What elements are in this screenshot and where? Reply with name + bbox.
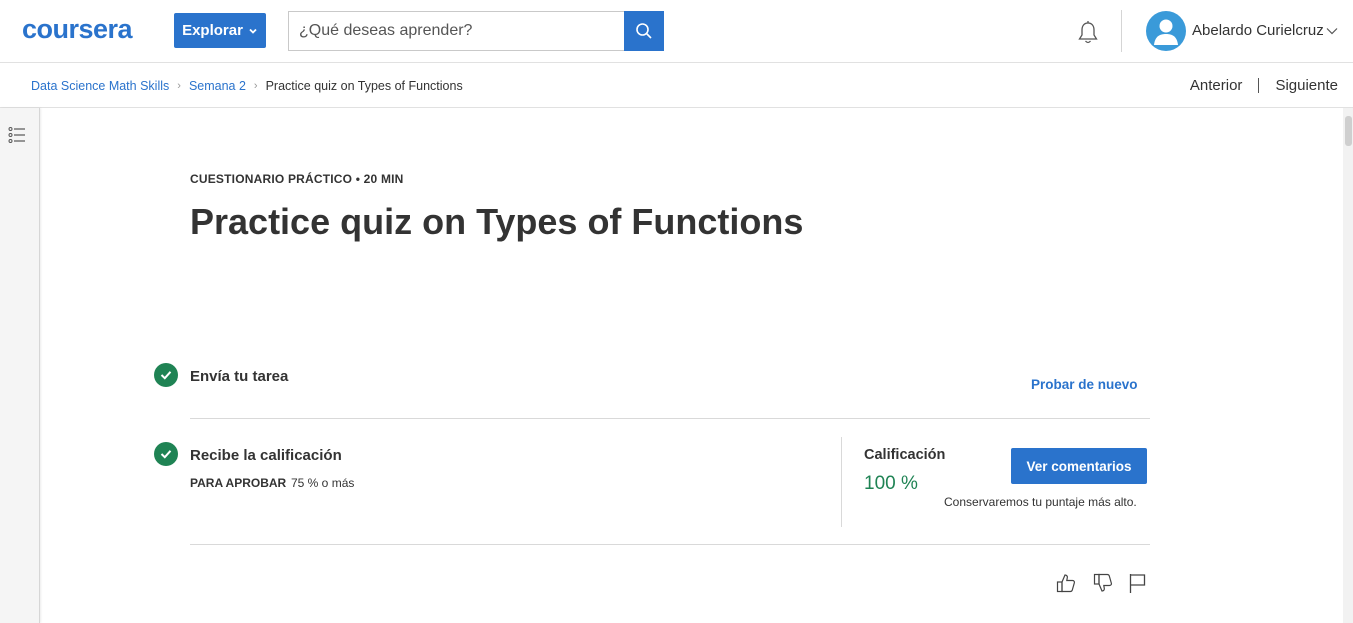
user-avatar-icon[interactable] [1146, 11, 1186, 51]
coursera-logo[interactable]: coursera [22, 14, 152, 46]
chevron-right-icon: › [253, 80, 258, 92]
header-divider [1121, 10, 1122, 52]
thumbs-up-icon[interactable] [1055, 572, 1077, 594]
keep-highest-note: Conservaremos tu puntaje más alto. [944, 495, 1137, 509]
previous-link[interactable]: Anterior [1190, 77, 1243, 94]
bell-icon[interactable] [1075, 20, 1101, 46]
left-rail [0, 108, 40, 623]
check-icon [154, 363, 178, 387]
grade-divider [841, 437, 842, 527]
search-input[interactable] [288, 11, 624, 51]
next-link[interactable]: Siguiente [1275, 77, 1338, 94]
outline-list-icon[interactable] [8, 126, 26, 144]
step-grade-title: Recibe la calificación [190, 447, 342, 464]
grade-label: Calificación [864, 447, 946, 463]
chevron-down-icon [249, 28, 257, 34]
check-icon [154, 442, 178, 466]
svg-text:coursera: coursera [22, 14, 134, 44]
breadcrumb-current: Practice quiz on Types of Functions [265, 79, 463, 93]
thumbs-down-icon[interactable] [1092, 572, 1114, 594]
item-kicker: CUESTIONARIO PRÁCTICO • 20 MIN [190, 172, 404, 186]
search-icon [636, 23, 652, 39]
flag-icon[interactable] [1127, 572, 1149, 594]
breadcrumb-week-link[interactable]: Semana 2 [189, 79, 246, 93]
explore-button[interactable]: Explorar [174, 13, 266, 48]
user-name[interactable]: Abelardo Curielcruz [1192, 22, 1324, 39]
pass-label: PARA APROBAR [190, 476, 287, 490]
search-button[interactable] [624, 11, 664, 51]
item-navigation: Anterior Siguiente [1190, 77, 1338, 94]
pass-value: 75 % o más [291, 476, 355, 490]
step-submit-title: Envía tu tarea [190, 368, 289, 385]
retry-link[interactable]: Probar de nuevo [1031, 377, 1138, 392]
divider [190, 544, 1150, 545]
scrollbar-thumb[interactable] [1345, 116, 1352, 146]
scrollbar-track[interactable] [1343, 108, 1353, 623]
chevron-down-icon[interactable] [1326, 27, 1338, 35]
nav-divider [1258, 78, 1260, 93]
chevron-right-icon: › [177, 80, 181, 92]
divider [190, 418, 1150, 419]
breadcrumb-course-link[interactable]: Data Science Math Skills [31, 79, 169, 93]
explore-label: Explorar [182, 22, 243, 39]
grade-value: 100 % [864, 473, 918, 494]
breadcrumb: Data Science Math Skills › Semana 2 › Pr… [31, 79, 463, 93]
top-header: coursera Explorar Abelardo Curielcruz [0, 0, 1353, 63]
view-feedback-button[interactable]: Ver comentarios [1011, 448, 1147, 484]
breadcrumb-bar: Data Science Math Skills › Semana 2 › Pr… [0, 63, 1353, 108]
page-title: Practice quiz on Types of Functions [190, 201, 804, 242]
